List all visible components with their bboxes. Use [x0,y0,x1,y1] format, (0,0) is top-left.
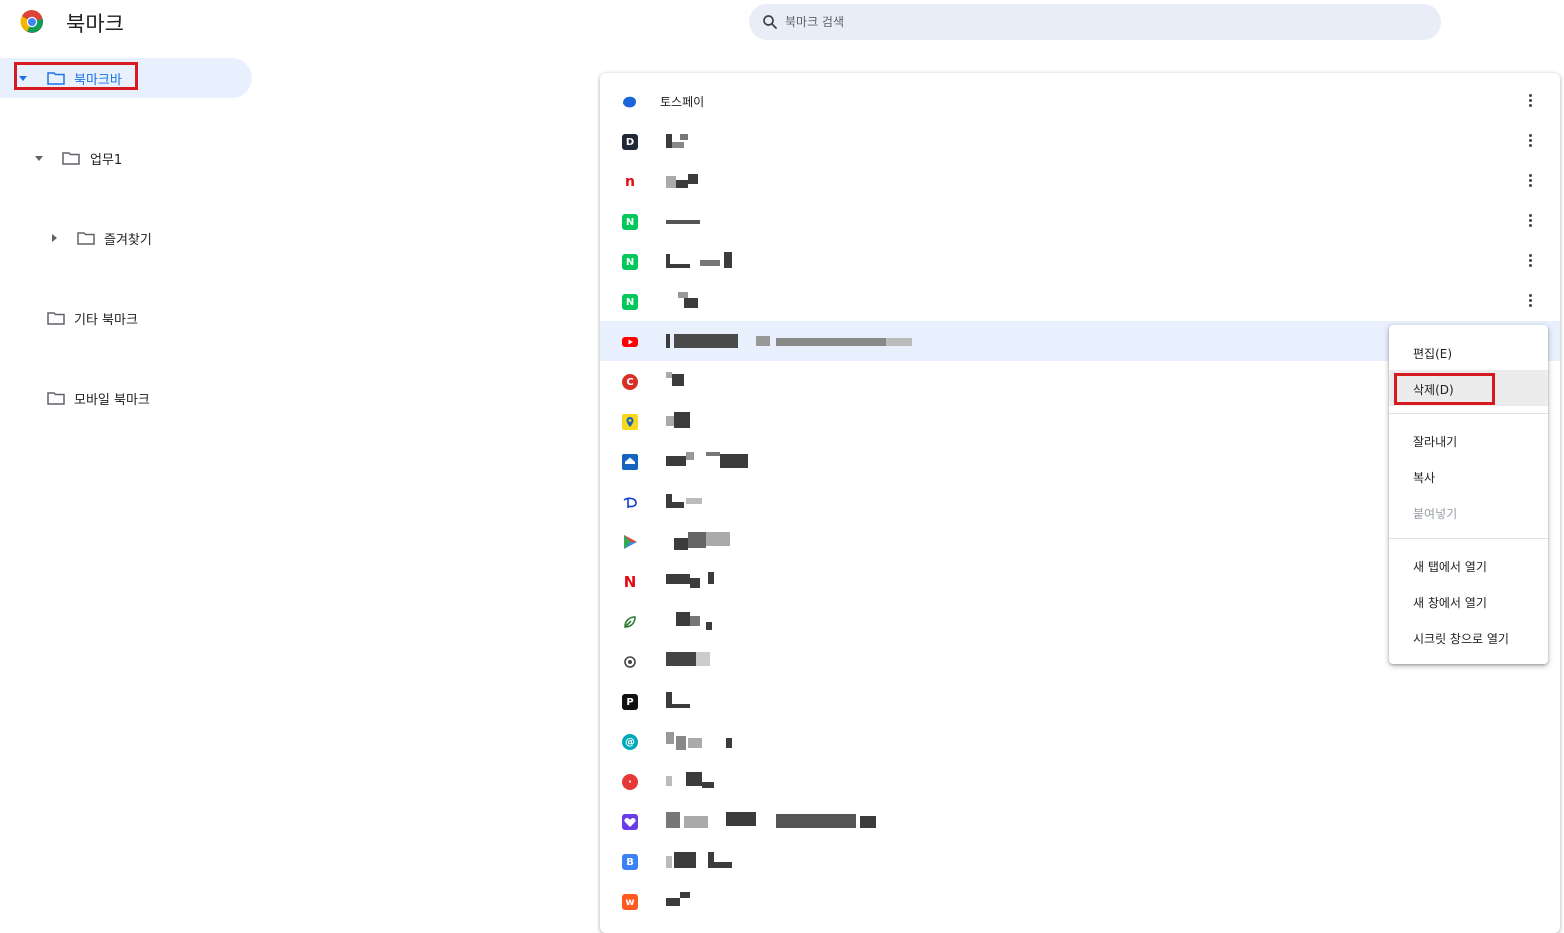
more-actions-icon[interactable] [1526,293,1534,311]
heart-icon [622,814,638,830]
tree-item-label: 모바일 북마크 [74,393,150,408]
netflix-icon: N [622,573,638,591]
bookmark-row[interactable]: · [600,761,1560,801]
search-bar[interactable] [749,4,1441,40]
bookmark-row[interactable]: N [600,281,1560,321]
map-pin-icon [622,414,638,430]
expand-arrow-icon[interactable] [18,73,28,83]
bookmark-row[interactable]: B [600,841,1560,881]
more-actions-icon[interactable] [1526,93,1534,111]
search-input[interactable] [783,14,1387,30]
disney-icon [623,497,637,508]
tree-item-label: 북마크바 [74,73,122,88]
more-actions-icon[interactable] [1526,213,1534,231]
bookmark-row[interactable] [600,801,1560,841]
menu-item-edit[interactable]: 편집(E) [1389,334,1548,370]
expand-arrow-icon[interactable] [34,153,44,163]
folder-icon [77,232,95,245]
bookmark-row[interactable]: @ [600,721,1560,761]
context-menu: 편집(E) 삭제(D) 잘라내기 복사 붙여넣기 새 탭에서 열기 새 창에서 … [1389,325,1548,664]
chrome-logo-icon [20,10,43,33]
tree-item-mobile-bookmarks[interactable]: 모바일 북마크 [0,378,252,418]
more-actions-icon[interactable] [1526,253,1534,271]
p-letter-icon: P [622,694,638,710]
more-actions-icon[interactable] [1526,173,1534,191]
naver-icon: N [622,294,638,310]
menu-item-open-new-tab[interactable]: 새 탭에서 열기 [1389,547,1548,583]
w-letter-icon: w [622,894,638,910]
b-letter-icon: B [622,854,638,870]
bookmark-row[interactable]: D [600,121,1560,161]
menu-item-open-incognito[interactable]: 시크릿 창으로 열기 [1389,619,1548,655]
play-triangle-icon [624,535,637,549]
bookmark-row[interactable]: w [600,881,1560,921]
bookmark-row[interactable]: 토스페이 [600,81,1560,121]
menu-item-open-new-window[interactable]: 새 창에서 열기 [1389,583,1548,619]
page-title: 북마크 [66,12,124,36]
menu-item-copy[interactable]: 복사 [1389,458,1548,494]
tree-item-label: 업무1 [90,153,123,168]
more-actions-icon[interactable] [1526,133,1534,151]
tosspay-icon [623,96,636,108]
menu-separator [1389,538,1548,539]
red-circle-icon: · [622,774,638,790]
folder-icon [47,312,65,325]
tree-item-other-bookmarks[interactable]: 기타 북마크 [0,298,252,338]
tree-item-bookmark-bar[interactable]: 북마크바 [0,58,252,98]
tree-item-label: 기타 북마크 [74,313,138,328]
house-icon [622,454,638,470]
menu-item-delete[interactable]: 삭제(D) [1389,370,1548,406]
naver-icon: N [622,214,638,230]
folder-icon [47,392,65,405]
bookmark-row[interactable]: N [600,241,1560,281]
tree-item-favorites[interactable]: 즐겨찾기 [0,218,252,258]
search-icon [763,15,777,29]
naver-icon: N [622,254,638,270]
bookmark-row[interactable]: P [600,681,1560,721]
d-letter-icon: D [622,134,638,150]
openai-icon [624,656,636,668]
menu-separator [1389,413,1548,414]
c-circle-icon: C [622,374,638,390]
folder-icon [47,72,65,85]
collapse-arrow-icon[interactable] [49,233,59,243]
leaf-icon [624,616,636,628]
folder-tree: 북마크바 업무1 즐겨찾기 기타 북마크 모바일 북마크 [0,58,252,408]
tree-item-work1[interactable]: 업무1 [0,138,252,178]
menu-item-paste: 붙여넣기 [1413,507,1458,521]
n-red-icon: n [622,174,638,190]
folder-icon [62,152,80,165]
tree-item-label: 즐겨찾기 [104,233,152,248]
bookmark-row[interactable]: N [600,201,1560,241]
swirl-icon: @ [622,734,638,750]
youtube-icon [622,337,638,347]
menu-item-cut[interactable]: 잘라내기 [1389,422,1548,458]
bookmark-title: 토스페이 [660,95,705,109]
bookmark-row[interactable]: n [600,161,1560,201]
